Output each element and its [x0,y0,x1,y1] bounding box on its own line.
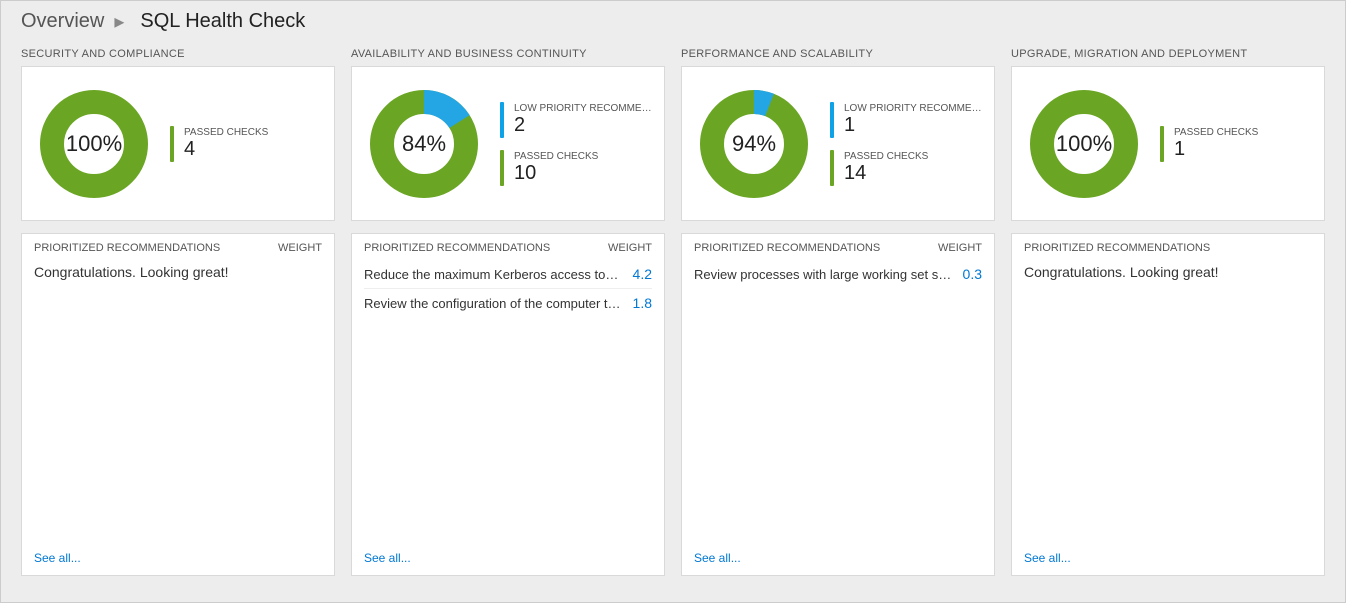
bar-green-icon [1160,126,1164,162]
recs-header-weight: WEIGHT [278,242,322,254]
rec-row[interactable]: Review processes with large working set … [694,260,982,288]
stat-value: 1 [1174,138,1258,161]
recs-header-weight: WEIGHT [608,242,652,254]
stat-value: 10 [514,162,598,185]
rec-weight: 1.8 [633,295,652,311]
see-all-link[interactable]: See all... [1012,541,1324,575]
recs-header-label: PRIORITIZED RECOMMENDATIONS [364,242,550,254]
bar-green-icon [830,150,834,186]
summary-card[interactable]: 100% PASSED CHECKS 1 [1011,66,1325,221]
recs-header-label: PRIORITIZED RECOMMENDATIONS [34,242,220,254]
donut-chart: 100% [34,84,154,204]
rec-weight: 0.3 [963,266,982,282]
stat-value: 2 [514,114,652,137]
recs-header-label: PRIORITIZED RECOMMENDATIONS [694,242,880,254]
page: Overview ▸ SQL Health Check SECURITY AND… [0,0,1346,603]
stat-low-priority: LOW PRIORITY RECOMMENDATIO... 1 [830,102,982,138]
recommendations-card: PRIORITIZED RECOMMENDATIONS WEIGHT Congr… [21,233,335,576]
stat-value: 1 [844,114,982,137]
stat-passed: PASSED CHECKS 14 [830,150,982,186]
rec-text: Review the configuration of the computer… [364,296,633,311]
see-all-link[interactable]: See all... [682,541,994,575]
stat-value: 4 [184,138,268,161]
stat-value: 14 [844,162,928,185]
see-all-link[interactable]: See all... [352,541,664,575]
donut-percent: 94% [694,84,814,204]
rec-row[interactable]: Review the configuration of the computer… [364,289,652,317]
stat-label: PASSED CHECKS [514,151,598,162]
recs-body: Reduce the maximum Kerberos access token… [352,260,664,541]
column-title: SECURITY AND COMPLIANCE [21,48,335,60]
stat-passed: PASSED CHECKS 10 [500,150,652,186]
breadcrumb-root[interactable]: Overview [21,10,104,33]
congrats-text: Congratulations. Looking great! [34,260,322,284]
stats: PASSED CHECKS 1 [1160,126,1258,162]
stats: LOW PRIORITY RECOMMENDATIO... 1 PASSED C… [830,102,982,186]
stats: LOW PRIORITY RECOMMENDATIO... 2 PASSED C… [500,102,652,186]
breadcrumb-current: SQL Health Check [140,10,305,33]
donut-chart: 100% [1024,84,1144,204]
bar-green-icon [500,150,504,186]
recommendations-card: PRIORITIZED RECOMMENDATIONS WEIGHT Reduc… [351,233,665,576]
chevron-right-icon: ▸ [114,9,124,34]
breadcrumb: Overview ▸ SQL Health Check [1,1,1345,40]
recommendations-card: PRIORITIZED RECOMMENDATIONS Congratulati… [1011,233,1325,576]
recs-header: PRIORITIZED RECOMMENDATIONS [1012,234,1324,260]
rec-text: Reduce the maximum Kerberos access token… [364,267,633,282]
recs-header-weight: WEIGHT [938,242,982,254]
stat-label: LOW PRIORITY RECOMMENDATIO... [514,103,652,114]
stat-passed: PASSED CHECKS 1 [1160,126,1258,162]
column-availability: AVAILABILITY AND BUSINESS CONTINUITY 84%… [351,48,665,588]
see-all-link[interactable]: See all... [22,541,334,575]
congrats-text: Congratulations. Looking great! [1024,260,1312,284]
donut-chart: 84% [364,84,484,204]
rec-text: Review processes with large working set … [694,267,963,282]
donut-percent: 100% [1024,84,1144,204]
stat-label: LOW PRIORITY RECOMMENDATIO... [844,103,982,114]
column-title: PERFORMANCE AND SCALABILITY [681,48,995,60]
summary-card[interactable]: 84% LOW PRIORITY RECOMMENDATIO... 2 PASS… [351,66,665,221]
stat-passed: PASSED CHECKS 4 [170,126,268,162]
rec-row[interactable]: Reduce the maximum Kerberos access token… [364,260,652,289]
column-performance: PERFORMANCE AND SCALABILITY 94% LOW PRIO… [681,48,995,588]
column-title: UPGRADE, MIGRATION AND DEPLOYMENT [1011,48,1325,60]
donut-percent: 84% [364,84,484,204]
column-upgrade: UPGRADE, MIGRATION AND DEPLOYMENT 100% P… [1011,48,1325,588]
stats: PASSED CHECKS 4 [170,126,268,162]
stat-label: PASSED CHECKS [844,151,928,162]
donut-chart: 94% [694,84,814,204]
recs-header-label: PRIORITIZED RECOMMENDATIONS [1024,242,1210,254]
recs-header: PRIORITIZED RECOMMENDATIONS WEIGHT [352,234,664,260]
panels: SECURITY AND COMPLIANCE 100% PASSED CHEC… [1,40,1345,602]
column-title: AVAILABILITY AND BUSINESS CONTINUITY [351,48,665,60]
recs-header: PRIORITIZED RECOMMENDATIONS WEIGHT [682,234,994,260]
bar-blue-icon [830,102,834,138]
recs-body: Congratulations. Looking great! [1012,260,1324,541]
stat-label: PASSED CHECKS [184,127,268,138]
bar-green-icon [170,126,174,162]
summary-card[interactable]: 94% LOW PRIORITY RECOMMENDATIO... 1 PASS… [681,66,995,221]
summary-card[interactable]: 100% PASSED CHECKS 4 [21,66,335,221]
recommendations-card: PRIORITIZED RECOMMENDATIONS WEIGHT Revie… [681,233,995,576]
stat-low-priority: LOW PRIORITY RECOMMENDATIO... 2 [500,102,652,138]
column-security: SECURITY AND COMPLIANCE 100% PASSED CHEC… [21,48,335,588]
recs-body: Congratulations. Looking great! [22,260,334,541]
recs-header: PRIORITIZED RECOMMENDATIONS WEIGHT [22,234,334,260]
donut-percent: 100% [34,84,154,204]
bar-blue-icon [500,102,504,138]
rec-weight: 4.2 [633,266,652,282]
recs-body: Review processes with large working set … [682,260,994,541]
stat-label: PASSED CHECKS [1174,127,1258,138]
